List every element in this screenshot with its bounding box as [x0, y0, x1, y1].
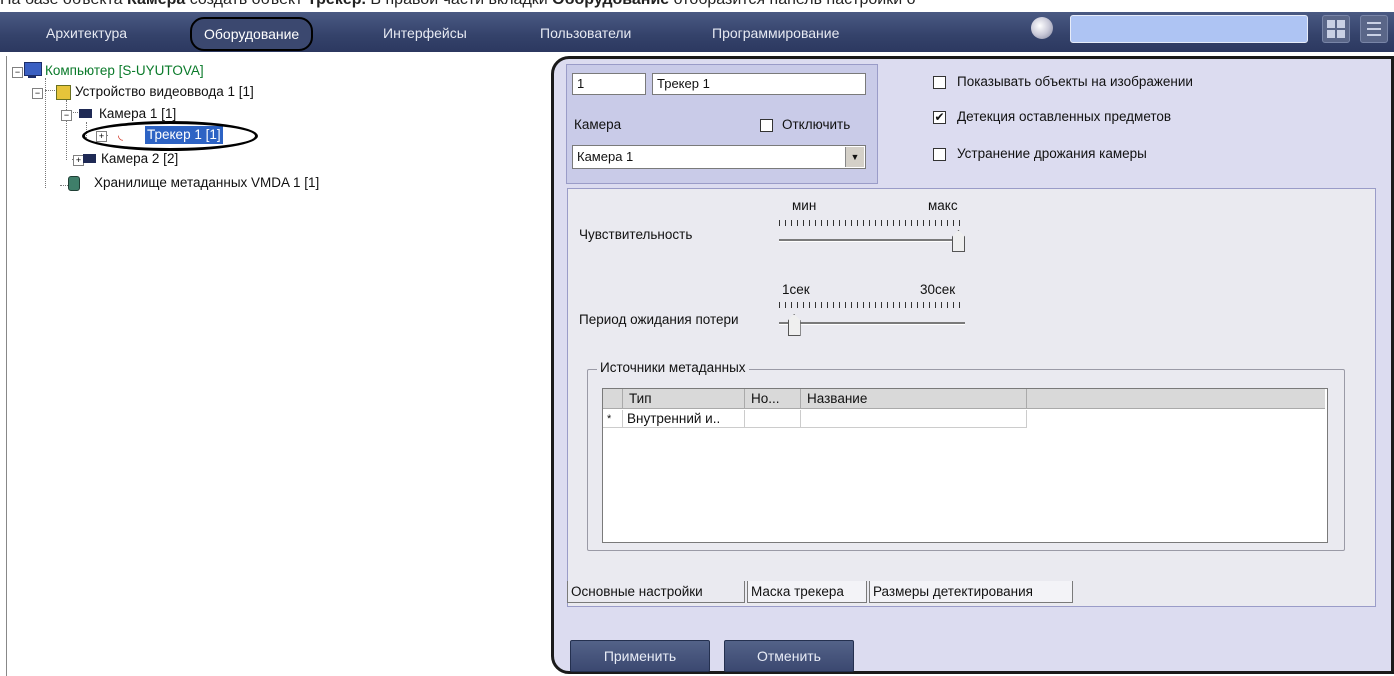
- menu-list-icon[interactable]: [1360, 15, 1388, 43]
- tab-main-settings[interactable]: Основные настройки: [567, 581, 745, 603]
- sensitivity-min-label: мин: [792, 198, 817, 213]
- sensitivity-track: [779, 239, 965, 242]
- caption-bold: Трекер.: [307, 0, 366, 8]
- tree-label-camera2: Камера 2 [2]: [101, 151, 179, 166]
- stabilize-label: Устранение дрожания камеры: [957, 146, 1147, 161]
- menu-users[interactable]: Пользователи: [540, 21, 631, 45]
- expand-video-device[interactable]: −: [32, 88, 43, 99]
- show-objects-label: Показывать объекты на изображении: [957, 74, 1193, 89]
- menu-programming[interactable]: Программирование: [712, 21, 839, 45]
- caption-text: На базе объекта: [0, 0, 127, 8]
- loss-ticks: [779, 302, 965, 308]
- main-menu-bar: Архитектура Оборудование Интерфейсы Поль…: [0, 12, 1394, 52]
- grid-cell-number[interactable]: [745, 410, 801, 428]
- search-globe-icon[interactable]: [1031, 17, 1053, 39]
- cancel-button[interactable]: Отменить: [724, 640, 854, 672]
- sensitivity-ticks: [779, 220, 965, 226]
- expand-computer[interactable]: −: [12, 67, 23, 78]
- camera-icon: [79, 109, 92, 118]
- loss-max-label: 30сек: [920, 282, 956, 297]
- sensitivity-max-label: макс: [928, 198, 958, 213]
- object-tree[interactable]: [6, 56, 550, 676]
- database-icon: [68, 176, 80, 191]
- tab-detection-sizes[interactable]: Размеры детектирования: [869, 581, 1073, 603]
- tree-label-video-device: Устройство видеоввода 1 [1]: [75, 84, 254, 99]
- metadata-sources-title: Источники метаданных: [597, 360, 749, 375]
- grid-header-type[interactable]: Тип: [623, 389, 745, 409]
- camera-select-value: Камера 1: [577, 149, 634, 164]
- disable-label: Отключить: [782, 117, 851, 132]
- tree-label-computer: Компьютер [S-UYUTOVA]: [45, 63, 204, 78]
- computer-stand-icon: [28, 75, 36, 78]
- disable-checkbox[interactable]: [760, 119, 773, 132]
- grid-header-number[interactable]: Но...: [745, 389, 801, 409]
- menu-architecture[interactable]: Архитектура: [46, 21, 127, 45]
- loss-label: Период ожидания потери: [579, 312, 739, 327]
- menu-equipment[interactable]: Оборудование: [190, 17, 314, 51]
- sensitivity-label: Чувствительность: [579, 227, 693, 242]
- show-objects-checkbox[interactable]: [933, 76, 946, 89]
- menu-interfaces[interactable]: Интерфейсы: [383, 21, 467, 45]
- grid-header-filler: [1027, 389, 1325, 409]
- camera-select[interactable]: Камера 1: [572, 145, 866, 169]
- caption-bold: Оборудование: [552, 0, 669, 8]
- computer-icon: [24, 62, 42, 76]
- grid-header-name[interactable]: Название: [801, 389, 1027, 409]
- tab-tracker-mask[interactable]: Маска трекера: [747, 581, 867, 603]
- search-input[interactable]: [1070, 15, 1308, 43]
- camera-icon: [83, 154, 96, 163]
- dropdown-arrow-icon[interactable]: ▼: [845, 147, 864, 167]
- apply-button[interactable]: Применить: [570, 640, 710, 672]
- caption-text: отобразится панель настройки о: [669, 0, 916, 8]
- grid-cell-type[interactable]: Внутренний и..: [623, 410, 745, 428]
- loss-track: [779, 322, 965, 325]
- highlight-ellipse: [82, 121, 258, 151]
- grid-header-corner: [603, 389, 623, 409]
- caption-text: В правой части вкладки: [366, 0, 552, 8]
- grid-cell-name[interactable]: [801, 410, 1027, 428]
- metadata-sources-grid[interactable]: Тип Но... Название * Внутренний и..: [602, 388, 1328, 543]
- caption-bold: Камера: [127, 0, 185, 8]
- stabilize-checkbox[interactable]: [933, 148, 946, 161]
- page-caption: На базе объекта Камера создать объект Тр…: [0, 0, 1394, 9]
- left-items-checkbox[interactable]: ✔: [933, 111, 946, 124]
- expand-camera1[interactable]: −: [61, 110, 72, 121]
- caption-text: создать объект: [185, 0, 307, 8]
- layout-grid-icon[interactable]: [1322, 15, 1350, 43]
- grid-row-marker: *: [603, 410, 623, 428]
- tree-label-storage: Хранилище метаданных VMDA 1 [1]: [94, 175, 320, 190]
- object-name-field[interactable]: Трекер 1: [652, 73, 866, 95]
- loss-min-label: 1сек: [782, 282, 810, 297]
- object-id-field[interactable]: 1: [572, 73, 646, 95]
- left-items-label: Детекция оставленных предметов: [957, 109, 1172, 124]
- camera-label: Камера: [574, 117, 622, 132]
- video-device-icon: [56, 85, 71, 100]
